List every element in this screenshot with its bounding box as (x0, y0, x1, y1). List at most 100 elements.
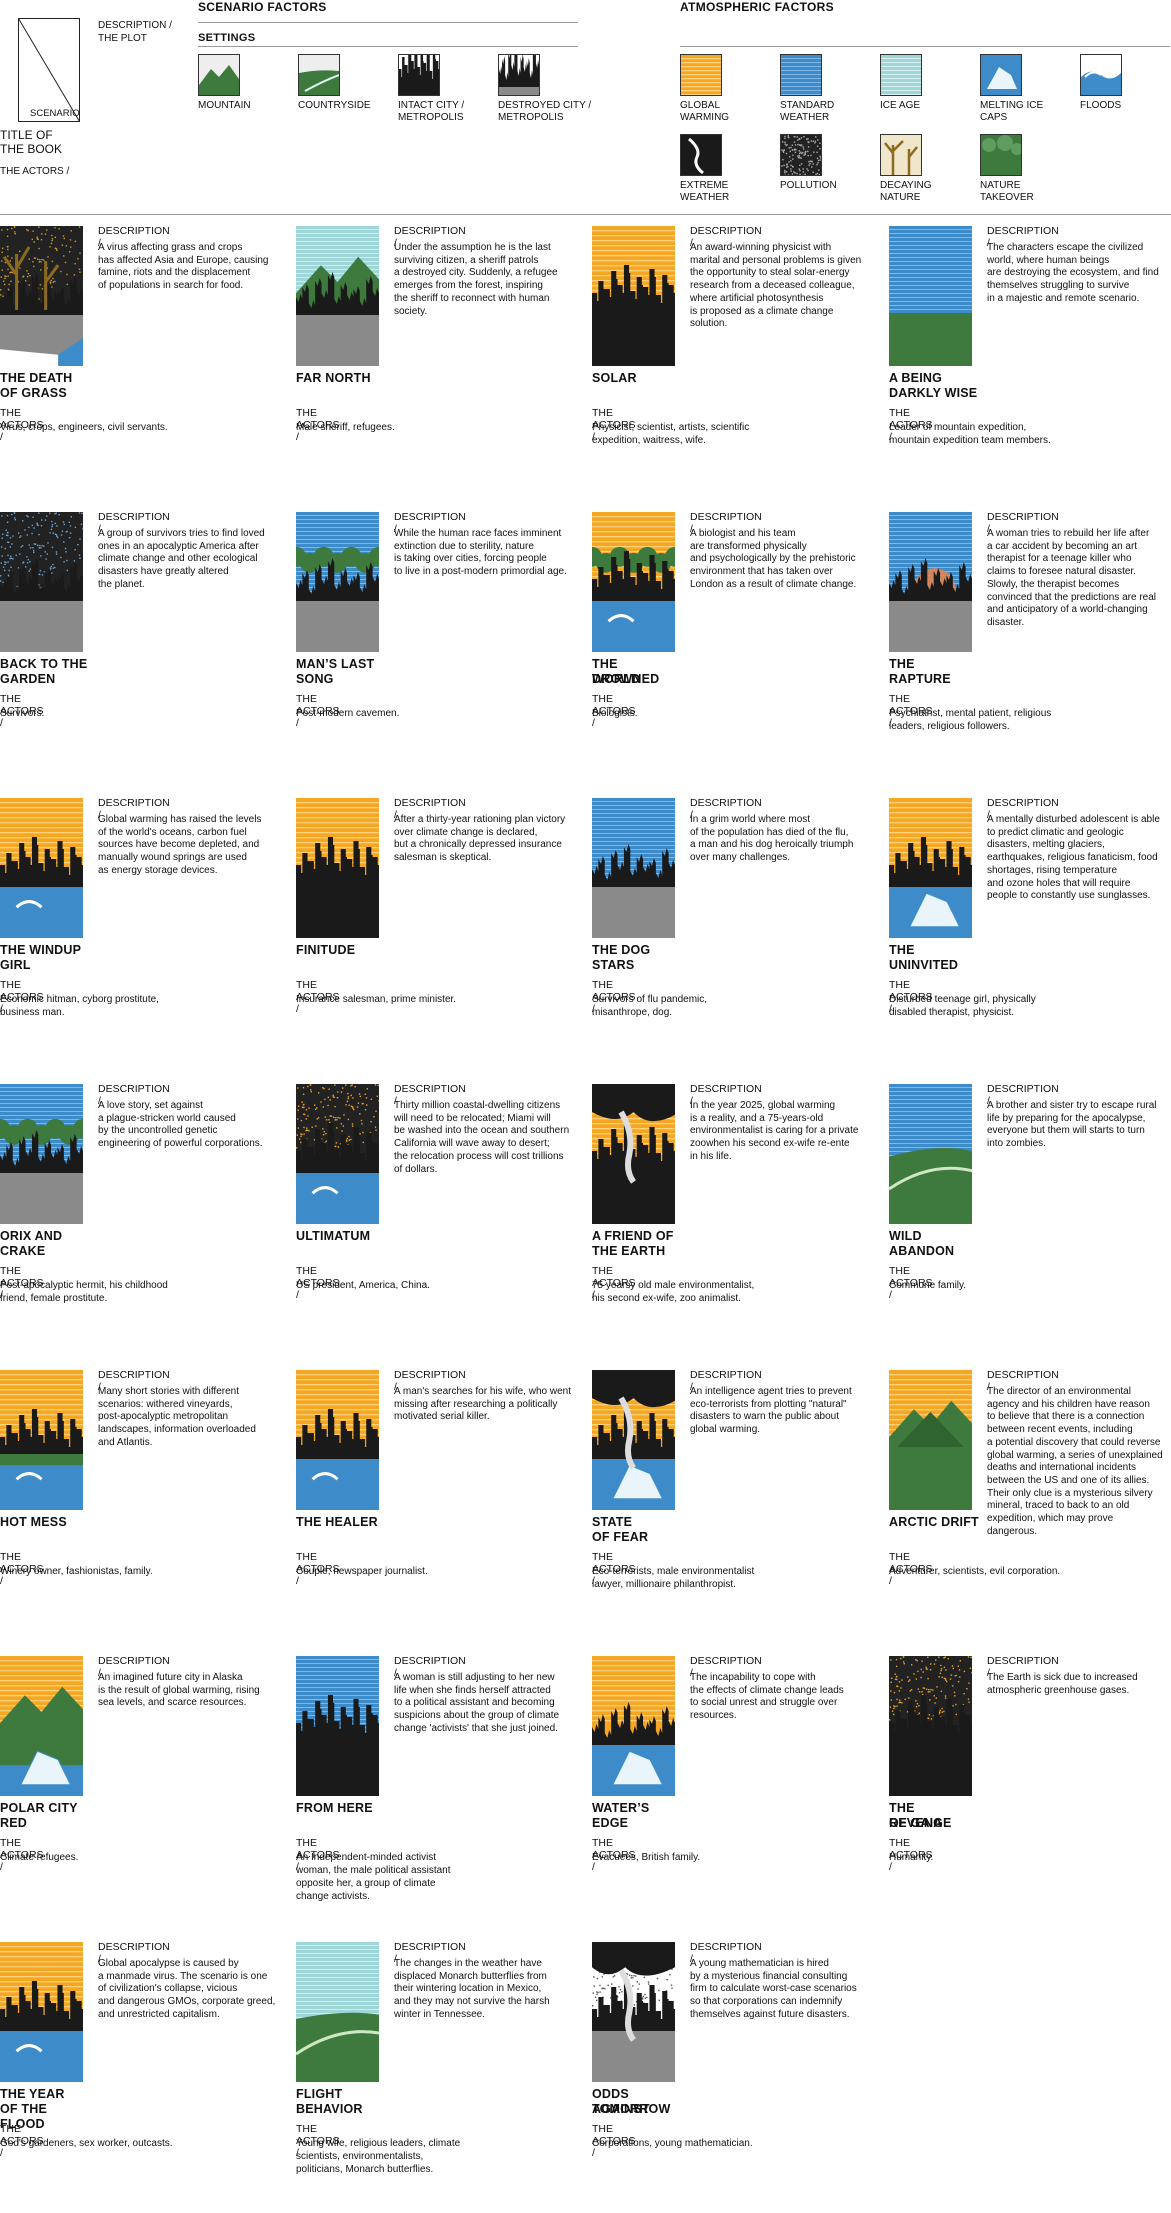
description-line: firm to calculate worst-case scenarios (690, 1983, 857, 1995)
book-title: BACK TO THE (0, 657, 88, 671)
atmospheric-label-line-2: WEATHER (780, 112, 830, 123)
book-title-line-2: EDGE (592, 1816, 629, 1830)
description-line: A young mathematician is hired (690, 1958, 829, 1969)
intact-city-icon (398, 54, 440, 96)
description-line: sea levels, and scarce resources. (98, 1697, 247, 1709)
actors-line: Young wife, religious leaders, climate (296, 2138, 461, 2149)
description-line: a car accident by becoming an art (987, 540, 1138, 552)
scenario-key-icon (18, 18, 80, 122)
description-line: of populations in search for food. (98, 280, 244, 292)
book-scenario-image (592, 1942, 675, 2082)
book-title: THE RAPTURE (889, 657, 951, 686)
scenario-factors-heading: SCENARIO FACTORS (198, 0, 327, 14)
description-line: The incapability to cope with (690, 1672, 816, 1683)
mountain-icon (198, 54, 240, 96)
description-line: A biologist and his team (690, 528, 796, 539)
book-title-line-2: WORLD (592, 672, 641, 686)
actors-line: Eco-terrorists, male environmentalist (592, 1566, 755, 1577)
actors-line: business man. (0, 1007, 65, 1018)
description-line: A love story, set against (98, 1100, 203, 1111)
atmospheric-label-line-2: WARMING (680, 112, 730, 123)
description-line: themselves against future disasters. (690, 2008, 850, 2020)
description-line: as energy storage devices. (98, 864, 218, 876)
description-line: therapist for a teenage killer who (987, 553, 1132, 565)
legend-title-line-1: TITLE OF (0, 128, 53, 142)
book-scenario-image (296, 1370, 379, 1510)
description-line: is proposed as a climate change (690, 305, 834, 317)
description-line: marital and personal problems is given (690, 254, 862, 266)
actors-line: expedition, waitress, wife. (592, 435, 706, 446)
book-title: THE WINDUP (0, 943, 82, 957)
description-line: a plague-stricken world caused (98, 1112, 236, 1124)
actors-line: politicians, Monarch butterflies. (296, 2164, 434, 2175)
description-line: salesman is skeptical. (394, 852, 492, 864)
description-line: people to constantly use sunglasses. (987, 890, 1151, 902)
book-title: STATE (592, 1515, 633, 1529)
description-line: and psychologically by the prehistoric (690, 553, 856, 565)
book-scenario-image (592, 1656, 675, 1796)
actors-line: Couple, newspaper journalist. (296, 1566, 428, 1577)
actors-line: Leader of mountain expedition, (889, 422, 1027, 433)
description-line: of the population has died of the flu, (690, 826, 849, 838)
description-line: Global apocalypse is caused by (98, 1958, 239, 1969)
description-line: In a grim world where most (690, 814, 811, 825)
description-line: and they may not survive the harsh (394, 1996, 550, 2008)
actors-line: Adventurer, scientists, evil corporation… (889, 1566, 1061, 1577)
atmospheric-label-line-2: WEATHER (680, 192, 730, 203)
book-scenario-image (592, 226, 675, 366)
description-line: their wintering location in Mexico, (394, 1983, 542, 1995)
book-title-line-2: DARKLY WISE (889, 386, 978, 400)
description-line: disaster. (987, 616, 1025, 628)
description-line: An intelligence agent tries to prevent (690, 1386, 852, 1397)
legend-actors-label: THE ACTORS / (0, 166, 70, 177)
setting-label: COUNTRYSIDE (298, 100, 371, 111)
atmospheric-label: NATURE (980, 180, 1021, 191)
actors-line: Commune family. (889, 1280, 967, 1291)
description-line: The changes in the weather have (394, 1958, 542, 1969)
actors-line: friend, female prostitute. (0, 1293, 108, 1304)
description-line: is a reality, and a 75-years-old (690, 1112, 824, 1124)
description-line: to predict climatic and geologic (987, 826, 1124, 838)
book-scenario-image (592, 1084, 675, 1224)
atmospheric-label: EXTREME (680, 180, 729, 191)
description-line: into zombies. (987, 1138, 1046, 1150)
description-line: and ozone holes that will require (987, 877, 1131, 889)
atmospheric-factors-heading: ATMOSPHERIC FACTORS (680, 0, 834, 14)
description-line: of dollars. (394, 1163, 438, 1175)
book-title-line-2: GARDEN (0, 672, 56, 686)
description-line: motivated serial killer. (394, 1411, 490, 1423)
book-title-line-2: RED (0, 1816, 27, 1830)
actors-line: Psychiatrist, mental patient, religious (889, 708, 1052, 719)
description-line: to believe that there is a connection (987, 1411, 1145, 1423)
book-title: THE DOG (592, 943, 651, 957)
actors-line: US president, America, China. (296, 1280, 430, 1291)
description-line: The characters escape the civilized (987, 242, 1144, 253)
description-line: are transformed physically (690, 540, 807, 552)
description-line: earthquakes, religious fanaticism, food (987, 852, 1158, 864)
description-line: An imagined future city in Alaska (98, 1672, 243, 1683)
actors-line: An Independent-minded activist (296, 1852, 437, 1863)
book-title: SOLAR (592, 371, 637, 385)
actors-line: opposite her, a group of climate (296, 1878, 436, 1889)
description-line: Thirty million coastal-dwelling citizens (394, 1100, 561, 1111)
actors-line: lawyer, millionaire philanthropist. (592, 1579, 736, 1590)
description-line: research from a deceased colleague, (690, 280, 855, 292)
melting-ice-caps-icon (980, 54, 1022, 96)
book-title: POLAR CITY (0, 1801, 78, 1815)
atmospheric-label: FLOODS (1080, 100, 1122, 111)
description-line: change 'activists' that she just joined. (394, 1722, 558, 1734)
description-line: life by preparing for the apocalypse, (987, 1112, 1146, 1124)
book-title-line-2: OF GAIA (889, 1816, 943, 1830)
actors-line: his second ex-wife, zoo animalist. (592, 1293, 741, 1304)
nature-takeover-icon (980, 134, 1022, 176)
book-scenario-image (296, 512, 379, 652)
extreme-weather-icon (680, 134, 722, 176)
book-scenario-image (296, 798, 379, 938)
description-line: environment that has taken over (690, 566, 833, 578)
description-line: disasters, melting glaciers, (987, 839, 1105, 851)
book-scenario-image (0, 1084, 83, 1224)
description-line: themselves struggling to survive (987, 280, 1130, 292)
scenario-label: SCENARIO (30, 108, 80, 119)
description-line: post-apocalyptic metropolitan (98, 1411, 229, 1423)
book-scenario-image (889, 1370, 972, 1510)
